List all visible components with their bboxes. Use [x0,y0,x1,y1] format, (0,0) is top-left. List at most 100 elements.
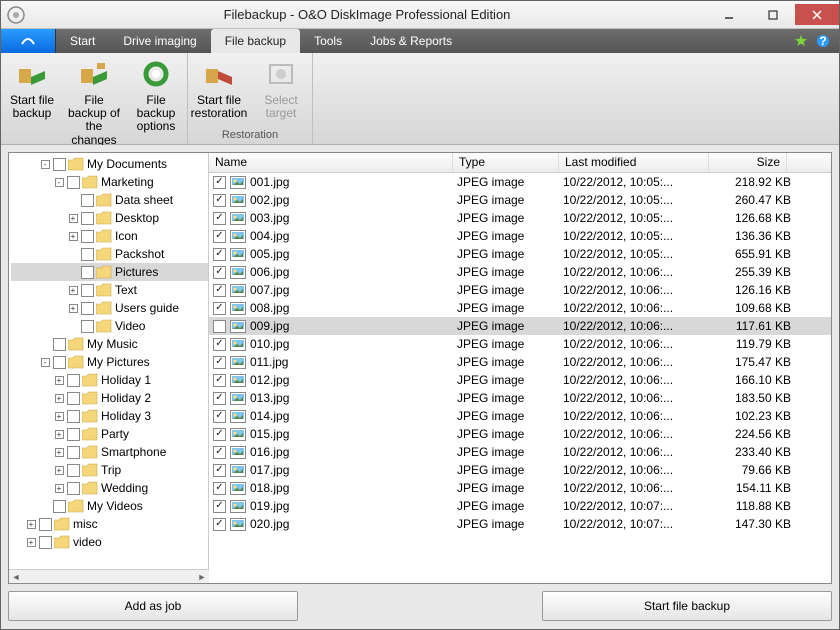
tree-item-marketing[interactable]: -Marketing [11,173,208,191]
file-checkbox[interactable] [213,446,226,459]
ribbon-start-file-backup-button[interactable]: Start file backup [1,53,63,147]
tree-item-my-pictures[interactable]: -My Pictures [11,353,208,371]
collapse-icon[interactable]: - [55,178,64,187]
tree-item-checkbox[interactable] [53,356,66,369]
file-checkbox[interactable] [213,518,226,531]
tree-item-checkbox[interactable] [67,464,80,477]
maximize-button[interactable] [751,4,795,25]
tree-item-desktop[interactable]: +Desktop [11,209,208,227]
tree-item-checkbox[interactable] [81,320,94,333]
add-as-job-button[interactable]: Add as job [8,591,298,621]
file-row[interactable]: 001.jpgJPEG image10/22/2012, 10:05:...21… [209,173,831,191]
tree-item-video[interactable]: Video [11,317,208,335]
tree-item-pictures[interactable]: Pictures [11,263,208,281]
menu-tab-file-backup[interactable]: File backup [211,29,300,53]
tree-item-my-videos[interactable]: My Videos [11,497,208,515]
tree-item-video[interactable]: +video [11,533,208,551]
file-checkbox[interactable] [213,176,226,189]
file-row[interactable]: 010.jpgJPEG image10/22/2012, 10:06:...11… [209,335,831,353]
scroll-left-icon[interactable]: ◄ [9,572,23,582]
file-row[interactable]: 012.jpgJPEG image10/22/2012, 10:06:...16… [209,371,831,389]
tree-item-party[interactable]: +Party [11,425,208,443]
ribbon-file-backup-options-button[interactable]: File backup options [125,53,187,147]
file-checkbox[interactable] [213,464,226,477]
tree-item-checkbox[interactable] [81,302,94,315]
tree-item-checkbox[interactable] [53,338,66,351]
menu-logo-icon[interactable] [1,29,56,53]
tree-item-holiday-3[interactable]: +Holiday 3 [11,407,208,425]
tree-item-checkbox[interactable] [53,158,66,171]
file-row[interactable]: 020.jpgJPEG image10/22/2012, 10:07:...14… [209,515,831,533]
expand-icon[interactable]: + [69,214,78,223]
column-header-type[interactable]: Type [453,153,559,172]
column-header-name[interactable]: Name [209,153,453,172]
ribbon-file-backup-of-the-changes-button[interactable]: File backup of the changes [63,53,125,147]
tree-item-checkbox[interactable] [81,212,94,225]
tree-item-holiday-1[interactable]: +Holiday 1 [11,371,208,389]
file-row[interactable]: 011.jpgJPEG image10/22/2012, 10:06:...17… [209,353,831,371]
file-checkbox[interactable] [213,374,226,387]
tree-horizontal-scrollbar[interactable]: ◄ ► [9,569,209,583]
expand-icon[interactable]: + [55,394,64,403]
tree-item-packshot[interactable]: Packshot [11,245,208,263]
tree-item-holiday-2[interactable]: +Holiday 2 [11,389,208,407]
tree-item-checkbox[interactable] [67,410,80,423]
file-checkbox[interactable] [213,194,226,207]
expand-icon[interactable]: + [55,430,64,439]
file-checkbox[interactable] [213,482,226,495]
file-row[interactable]: 009.jpgJPEG image10/22/2012, 10:06:...11… [209,317,831,335]
close-button[interactable] [795,4,839,25]
tree-item-checkbox[interactable] [67,428,80,441]
expand-icon[interactable]: + [27,538,36,547]
tree-item-data-sheet[interactable]: Data sheet [11,191,208,209]
file-row[interactable]: 018.jpgJPEG image10/22/2012, 10:06:...15… [209,479,831,497]
column-header-modified[interactable]: Last modified [559,153,709,172]
menu-tab-drive-imaging[interactable]: Drive imaging [109,29,210,53]
tree-item-checkbox[interactable] [39,536,52,549]
tree-item-trip[interactable]: +Trip [11,461,208,479]
file-checkbox[interactable] [213,356,226,369]
file-row[interactable]: 014.jpgJPEG image10/22/2012, 10:06:...10… [209,407,831,425]
file-row[interactable]: 008.jpgJPEG image10/22/2012, 10:06:...10… [209,299,831,317]
file-row[interactable]: 003.jpgJPEG image10/22/2012, 10:05:...12… [209,209,831,227]
file-row[interactable]: 019.jpgJPEG image10/22/2012, 10:07:...11… [209,497,831,515]
tree-item-icon[interactable]: +Icon [11,227,208,245]
folder-tree[interactable]: -My Documents-MarketingData sheet+Deskto… [9,153,209,569]
expand-icon[interactable]: + [55,484,64,493]
file-row[interactable]: 002.jpgJPEG image10/22/2012, 10:05:...26… [209,191,831,209]
file-row[interactable]: 004.jpgJPEG image10/22/2012, 10:05:...13… [209,227,831,245]
file-checkbox[interactable] [213,266,226,279]
file-checkbox[interactable] [213,230,226,243]
file-row[interactable]: 006.jpgJPEG image10/22/2012, 10:06:...25… [209,263,831,281]
tree-item-checkbox[interactable] [39,518,52,531]
scroll-right-icon[interactable]: ► [195,572,209,582]
tree-item-wedding[interactable]: +Wedding [11,479,208,497]
file-checkbox[interactable] [213,338,226,351]
tree-item-my-music[interactable]: My Music [11,335,208,353]
collapse-icon[interactable]: - [41,160,50,169]
tree-item-smartphone[interactable]: +Smartphone [11,443,208,461]
expand-icon[interactable]: + [55,466,64,475]
tree-item-checkbox[interactable] [81,248,94,261]
collapse-icon[interactable]: - [41,358,50,367]
help-icon[interactable]: ? [815,33,831,49]
tree-item-checkbox[interactable] [67,176,80,189]
file-row[interactable]: 007.jpgJPEG image10/22/2012, 10:06:...12… [209,281,831,299]
file-row[interactable]: 017.jpgJPEG image10/22/2012, 10:06:...79… [209,461,831,479]
file-row[interactable]: 013.jpgJPEG image10/22/2012, 10:06:...18… [209,389,831,407]
star-plus-icon[interactable] [793,33,809,49]
file-checkbox[interactable] [213,392,226,405]
menu-tab-start[interactable]: Start [56,29,109,53]
expand-icon[interactable]: + [69,304,78,313]
expand-icon[interactable]: + [55,376,64,385]
expand-icon[interactable]: + [55,448,64,457]
expand-icon[interactable]: + [27,520,36,529]
tree-item-misc[interactable]: +misc [11,515,208,533]
expand-icon[interactable]: + [69,232,78,241]
tree-item-checkbox[interactable] [67,482,80,495]
ribbon-start-file-restoration-button[interactable]: Start file restoration [188,53,250,128]
file-row[interactable]: 016.jpgJPEG image10/22/2012, 10:06:...23… [209,443,831,461]
file-row[interactable]: 005.jpgJPEG image10/22/2012, 10:05:...65… [209,245,831,263]
expand-icon[interactable]: + [55,412,64,421]
tree-item-checkbox[interactable] [81,284,94,297]
